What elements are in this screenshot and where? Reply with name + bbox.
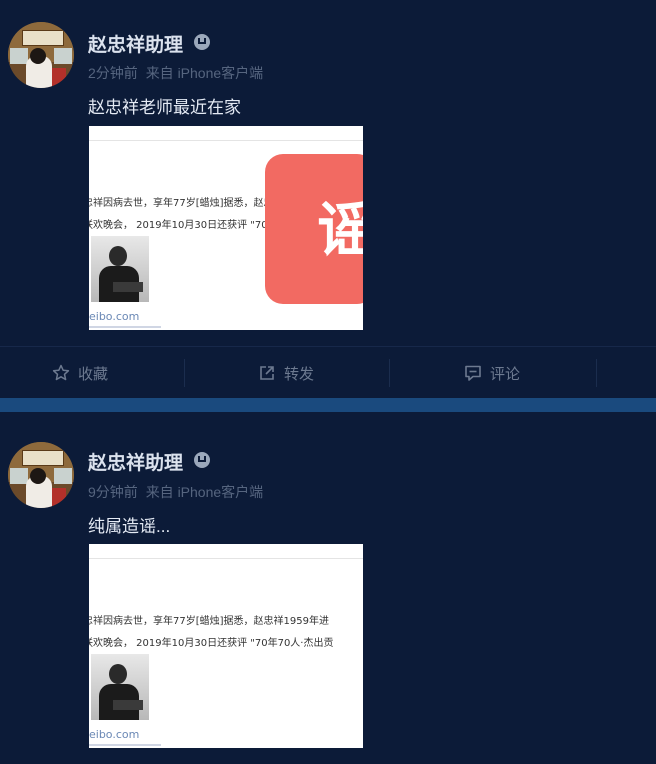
card-url: eibo.com: [89, 310, 140, 323]
comment-button[interactable]: 评论: [464, 347, 520, 399]
repost-button[interactable]: 转发: [258, 347, 314, 399]
post-text: 赵忠祥老师最近在家: [88, 98, 241, 117]
action-bar: 收藏 转发 评论: [0, 346, 656, 399]
portrait-photo: [91, 654, 149, 720]
card-line-1: 忠祥因病去世，享年77岁[蜡烛]据悉，赵忠祥1959年进: [89, 616, 329, 627]
card-line-2: 联欢晚会， 2019年10月30日还获评 "70年70人·杰出贡: [89, 638, 334, 649]
vip-crown-icon: [194, 452, 210, 468]
vip-crown-icon: [194, 34, 210, 50]
favorite-label: 收藏: [78, 365, 109, 383]
post-source[interactable]: 来自 iPhone客户端: [146, 65, 263, 81]
post-text: 纯属造谣...: [88, 517, 171, 536]
post-time: 9分钟前: [88, 484, 138, 500]
portrait-photo: [91, 236, 149, 302]
avatar[interactable]: [8, 22, 74, 88]
comment-label: 评论: [490, 365, 521, 383]
image-attachment[interactable]: 忠祥因病去世，享年77岁[蜡烛]据悉，赵忠祥1959年进 联欢晚会， 2019年…: [89, 544, 363, 748]
comment-icon: [465, 365, 481, 381]
rumor-badge: 谣: [265, 154, 363, 304]
favorite-button[interactable]: 收藏: [52, 347, 108, 399]
card-url: eibo.com: [89, 728, 140, 741]
post-source[interactable]: 来自 iPhone客户端: [146, 484, 263, 500]
post-meta: 2分钟前 来自 iPhone客户端: [88, 63, 263, 83]
username[interactable]: 赵忠祥助理: [88, 448, 183, 475]
username[interactable]: 赵忠祥助理: [88, 30, 183, 57]
post-meta: 9分钟前 来自 iPhone客户端: [88, 482, 263, 502]
star-icon: [52, 364, 70, 381]
avatar[interactable]: [8, 442, 74, 508]
post-divider: [0, 398, 656, 412]
rumor-badge-char: 谣: [317, 196, 363, 266]
post-time: 2分钟前: [88, 65, 138, 81]
image-attachment[interactable]: 忠祥因病去世，享年77岁[蜡烛]据悉，赵忠祥1959年进 联欢晚会， 2019年…: [89, 126, 363, 330]
share-icon: [260, 366, 274, 380]
repost-label: 转发: [284, 365, 315, 383]
